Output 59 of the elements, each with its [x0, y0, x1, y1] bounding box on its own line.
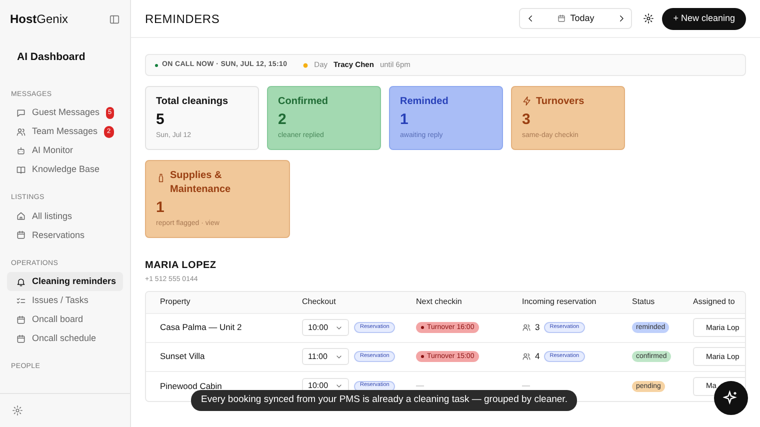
card-title: Reminded: [400, 95, 448, 109]
card-value: 5: [156, 110, 166, 130]
guest-count: 3: [535, 321, 540, 334]
toast-message: Every booking synced from your PMS is already a cleaning task — grouped by cleaner.: [191, 390, 578, 411]
column-header: Status: [632, 296, 656, 308]
speech-bubble-icon: [16, 108, 26, 118]
robot-icon: [16, 146, 26, 156]
people-icon: [522, 323, 531, 332]
people-icon: [522, 352, 531, 361]
card-value: 1: [400, 110, 410, 130]
calendar-icon: [16, 334, 26, 344]
sidebar-item[interactable]: Knowledge Base: [7, 160, 123, 180]
sidebar-item[interactable]: Oncall schedule: [7, 329, 123, 348]
card-value: 2: [278, 110, 288, 130]
sidebar-item[interactable]: Reservations: [7, 226, 123, 245]
property-name: Pinewood Cabin: [160, 380, 223, 392]
bottle-icon: [156, 173, 166, 183]
sidebar-item[interactable]: Oncall board: [7, 310, 123, 330]
card-title: Confirmed: [278, 95, 328, 109]
calendar-icon: [16, 314, 26, 325]
sidebar-item[interactable]: AI Monitor: [7, 141, 123, 160]
checkout-time-select[interactable]: 11:00: [302, 348, 349, 365]
empty-value: —: [416, 380, 424, 392]
settings-icon: [642, 13, 654, 24]
property-name: Casa Palma — Unit 2: [160, 321, 243, 334]
card-title: Supplies & Maintenance: [170, 169, 232, 197]
checklist-icon: [16, 296, 26, 306]
chevron-down-icon: [335, 382, 343, 390]
column-header: Next checkin: [416, 296, 463, 308]
book-icon: [16, 164, 26, 175]
column-header: Property: [160, 296, 192, 308]
page-title: REMINDERS: [145, 10, 220, 28]
cleaner-name: MARIA LOPEZ: [145, 259, 218, 273]
sidebar-item[interactable]: Cleaning reminders: [7, 272, 123, 292]
empty-value: —: [522, 380, 530, 392]
column-header: Incoming reservation: [522, 296, 598, 308]
property-name: Sunset Villa: [160, 350, 206, 363]
sidebar-item[interactable]: Issues / Tasks: [7, 291, 123, 310]
sidebar-item[interactable]: All listings: [7, 206, 123, 226]
house-icon: [16, 211, 26, 222]
new-cleaning-button[interactable]: + New cleaning: [662, 8, 746, 30]
panel-toggle-icon: [109, 14, 120, 24]
card-value: 1: [156, 198, 166, 218]
checkout-time-select[interactable]: 10:00: [302, 319, 349, 336]
settings-icon: [12, 405, 23, 416]
sparkle-icon: [723, 390, 739, 406]
logo: HostGenix: [10, 11, 68, 28]
dashboard-link[interactable]: AI Dashboard: [0, 38, 130, 76]
column-header: Assigned to: [693, 296, 736, 308]
lightning-icon: [522, 96, 532, 106]
calendar-icon: [16, 230, 26, 240]
card-value: 3: [522, 110, 532, 130]
guest-count: 4: [535, 350, 540, 363]
people-icon: [16, 126, 26, 137]
calendar-icon: [557, 14, 566, 23]
card-title: Total cleanings: [156, 95, 228, 109]
bell-icon: [16, 276, 26, 287]
card-title: Turnovers: [536, 95, 584, 109]
column-header: Checkout: [302, 296, 337, 308]
